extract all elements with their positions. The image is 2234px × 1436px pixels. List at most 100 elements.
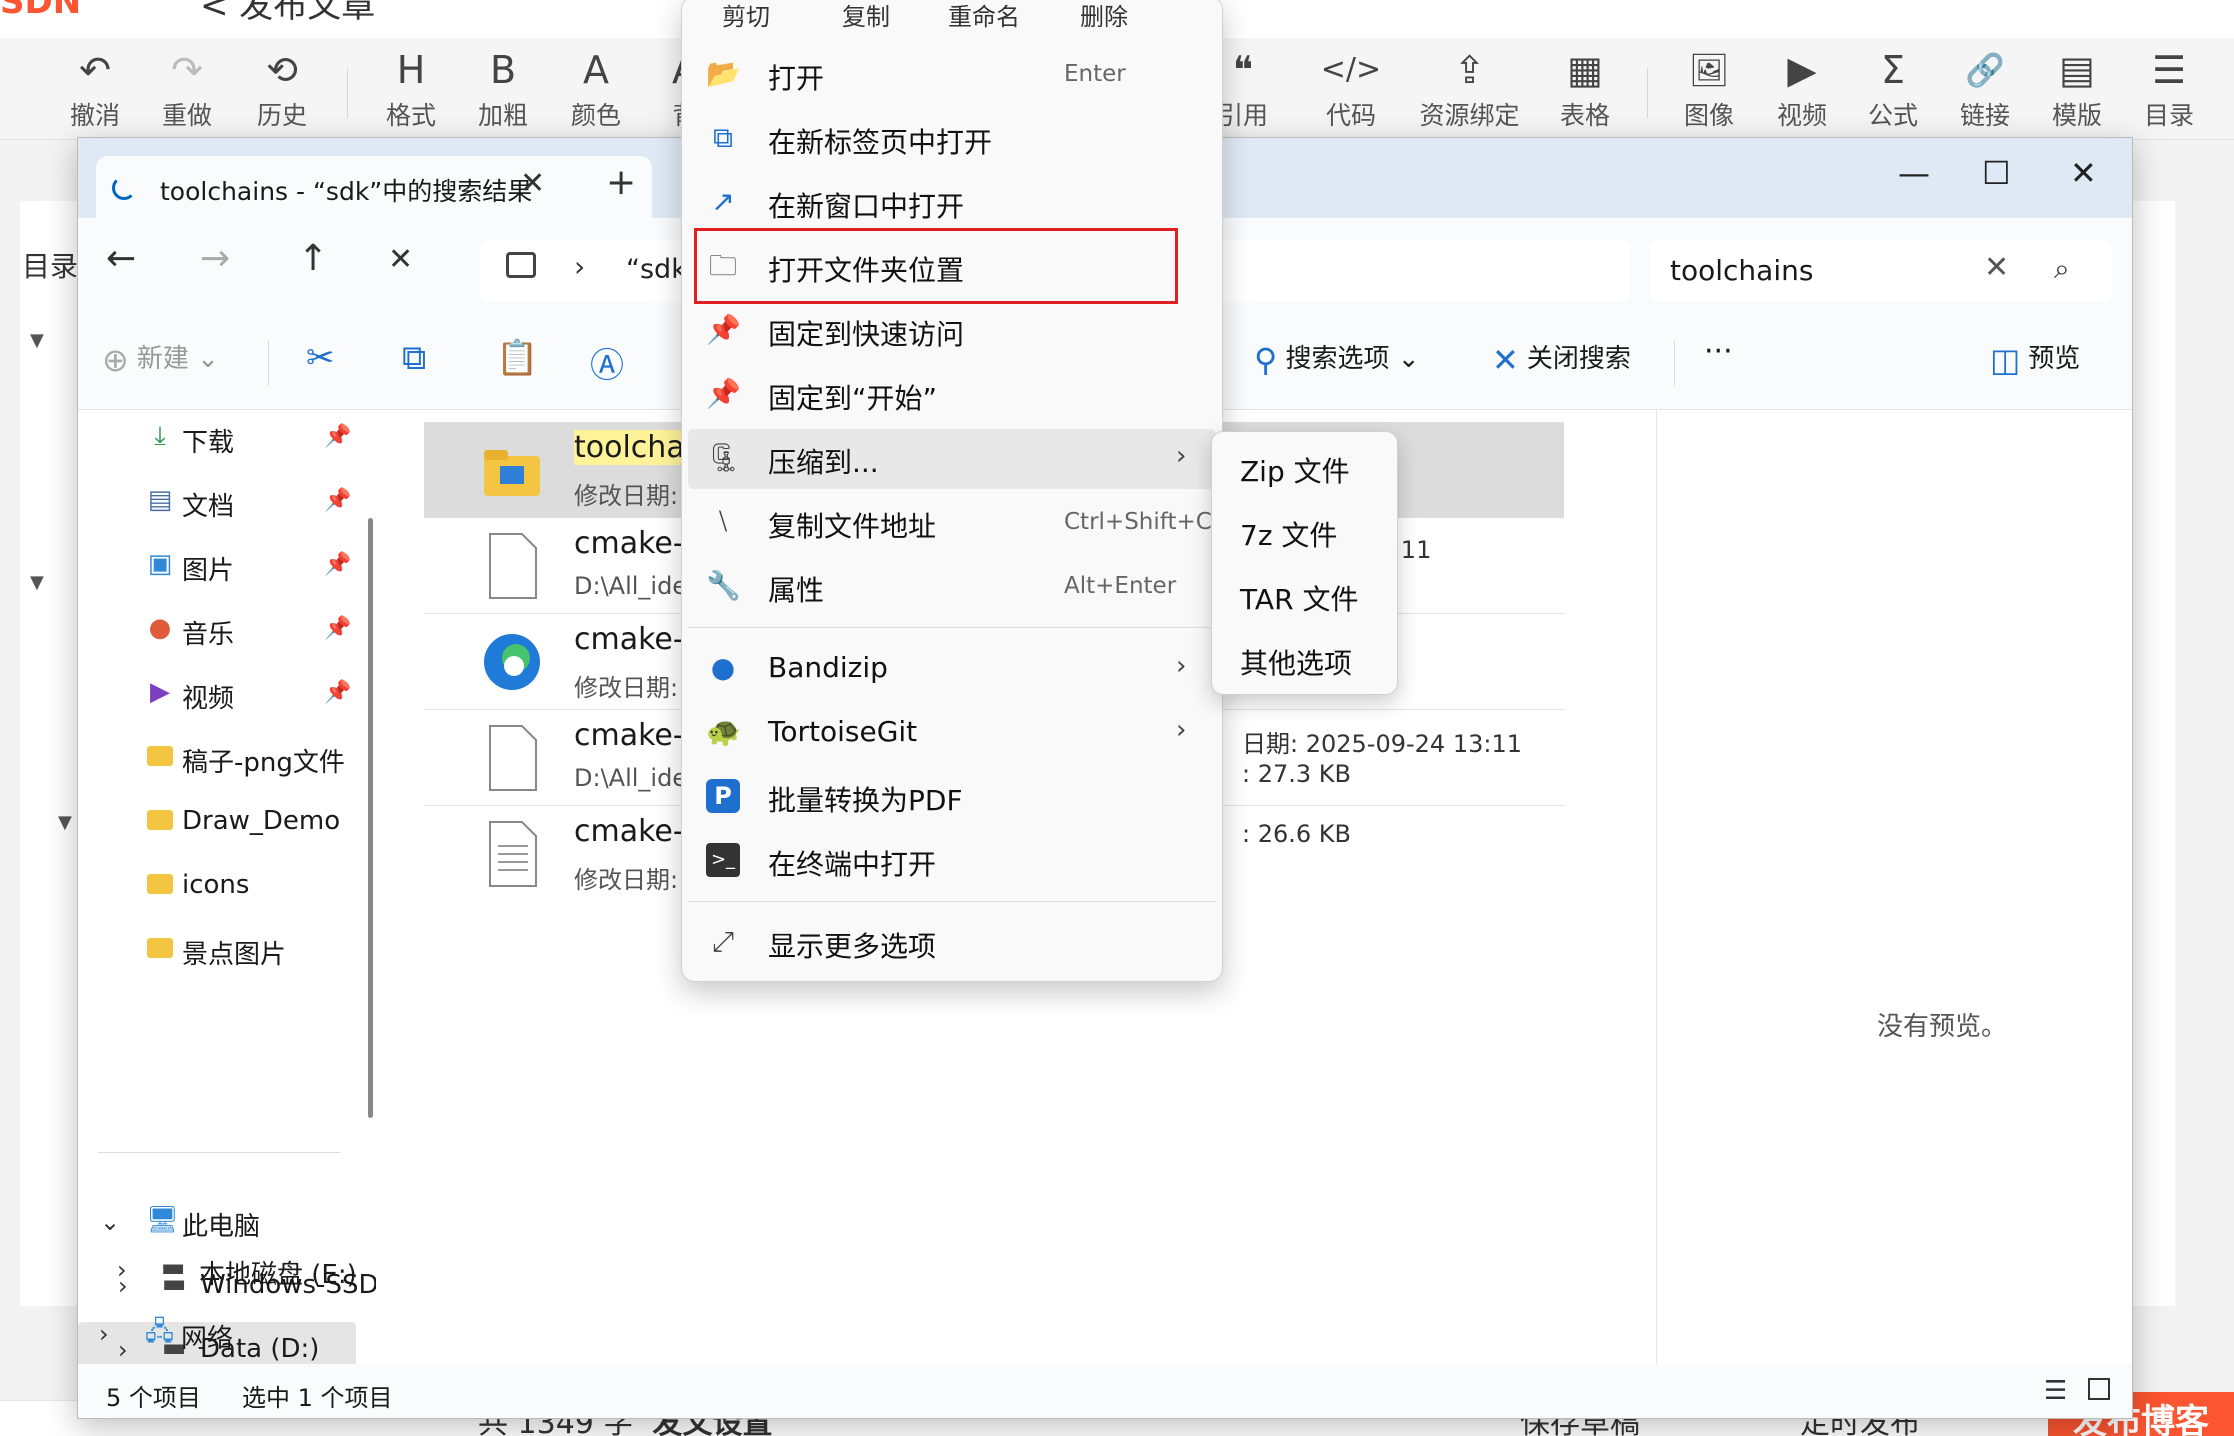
explorer-tab[interactable]: toolchains - “sdk”中的搜索结果 ✕ — [96, 156, 652, 218]
copy-icon[interactable]: ⧉ — [402, 338, 426, 378]
bold-button[interactable]: B 加粗 — [458, 48, 548, 134]
table-button[interactable]: ▦ 表格 — [1540, 48, 1630, 134]
stop-button[interactable]: ✕ — [388, 242, 413, 277]
rename-action[interactable]: 重命名 — [948, 0, 1020, 32]
submenu-zip[interactable]: Zip 文件 — [1240, 450, 1350, 490]
video-button[interactable]: ▶ 视频 — [1757, 48, 1847, 134]
paste-icon[interactable]: 📋 — [496, 338, 538, 378]
rename-icon[interactable]: Ⓐ — [590, 338, 624, 387]
delete-action[interactable]: 删除 — [1080, 0, 1128, 32]
toc-expand-icon[interactable]: ▼ — [58, 812, 72, 833]
nav-scrollbar[interactable] — [368, 518, 373, 1118]
nav-item-documents[interactable]: ▤ 文档 📌 — [78, 474, 356, 532]
nav-item-network[interactable]: › 🖧 网络 — [77, 1306, 355, 1364]
new-button[interactable]: ⊕ 新建 ⌄ — [102, 338, 219, 379]
template-button[interactable]: ▤ 模版 — [2032, 48, 2122, 134]
nav-item-folder[interactable]: Draw_Demo — [78, 794, 356, 852]
up-button[interactable]: ↑ — [298, 238, 328, 279]
this-pc-icon — [506, 252, 536, 278]
formula-button[interactable]: Σ 公式 — [1848, 48, 1938, 134]
new-label: 新建 — [136, 344, 189, 374]
menu-item-label: TortoiseGit — [768, 715, 918, 748]
search-options-button[interactable]: ⚲ 搜索选项 ⌄ — [1254, 338, 1420, 379]
toolbar-label: 视频 — [1776, 101, 1827, 130]
link-button[interactable]: 🔗 链接 — [1940, 48, 2030, 134]
chevron-right-icon[interactable]: › — [117, 1256, 127, 1284]
ctx-tortoisegit[interactable]: 🐢 TortoiseGit › — [688, 703, 1216, 763]
close-window-button[interactable]: ✕ — [2070, 154, 2097, 192]
ctx-bandizip[interactable]: ● Bandizip › — [688, 639, 1216, 699]
toc-button[interactable]: ☰ 目录 — [2124, 48, 2214, 134]
open-icon: 📂 — [706, 57, 741, 90]
tab-close-button[interactable]: ✕ — [520, 166, 545, 201]
nav-item-music[interactable]: ● 音乐 📌 — [78, 602, 356, 660]
image-button[interactable]: 🖼 图像 — [1664, 48, 1754, 134]
code-button[interactable]: </> 代码 — [1306, 48, 1396, 134]
more-options-button[interactable]: ··· — [1704, 334, 1733, 369]
toc-expand-icon[interactable]: ▼ — [30, 572, 44, 593]
heading-button[interactable]: H 格式 — [366, 48, 456, 134]
search-box[interactable]: toolchains ✕ ⌕ — [1650, 240, 2112, 302]
toolbar-label: 公式 — [1867, 101, 1918, 130]
new-tab-button[interactable]: + — [606, 162, 636, 203]
nav-item-label: 下载 — [182, 428, 235, 458]
toolbar-label: 格式 — [385, 101, 436, 130]
submenu-tar[interactable]: TAR 文件 — [1240, 578, 1358, 618]
code-icon: </> — [1320, 52, 1382, 87]
ctx-properties[interactable]: 🔧 属性 Alt+Enter — [688, 557, 1216, 617]
chevron-down-icon[interactable]: ⌄ — [100, 1208, 120, 1236]
search-icon[interactable]: ⌕ — [2054, 252, 2070, 286]
formula-icon: Σ — [1880, 48, 1905, 92]
search-input[interactable]: toolchains — [1670, 254, 1813, 287]
nav-item-folder[interactable]: 景点图片 — [78, 922, 356, 980]
tiles-view-icon[interactable] — [2088, 1378, 2110, 1400]
history-button[interactable]: ⟲ 历史 — [237, 48, 327, 134]
ctx-open-new-tab[interactable]: ⧉ 在新标签页中打开 — [688, 109, 1216, 169]
back-button[interactable]: ← — [106, 238, 136, 279]
editor-title[interactable]: < 发布文章 — [200, 0, 375, 27]
maximize-button[interactable]: ☐ — [1982, 154, 2011, 192]
clear-search-icon[interactable]: ✕ — [1984, 250, 2009, 285]
nav-item-folder[interactable]: 稿子-png文件 — [78, 730, 356, 788]
nav-item-drive[interactable]: › ▬ 本地磁盘 (E:) — [77, 1242, 357, 1300]
details-view-icon[interactable]: ☰ — [2044, 1376, 2067, 1406]
ctx-open-terminal[interactable]: >_ 在终端中打开 — [688, 831, 1216, 891]
menu-item-label: 在新窗口中打开 — [768, 190, 965, 223]
copy-action[interactable]: 复制 — [842, 0, 890, 32]
breadcrumb-chevron-icon[interactable]: › — [574, 250, 585, 283]
preview-button[interactable]: ◫ 预览 — [1990, 338, 2080, 379]
ctx-copy-path[interactable]: ⧵ 复制文件地址 Ctrl+Shift+C — [688, 493, 1216, 553]
close-search-button[interactable]: ✕ 关闭搜索 — [1492, 338, 1631, 379]
menu-item-label: 固定到快速访问 — [768, 318, 965, 351]
ctx-compress[interactable]: 🗜 压缩到... › — [688, 429, 1216, 489]
cut-action[interactable]: 剪切 — [722, 0, 770, 32]
submenu-7z[interactable]: 7z 文件 — [1240, 514, 1337, 554]
ctx-convert-pdf[interactable]: P 批量转换为PDF — [688, 767, 1216, 827]
shortcut-label: Ctrl+Shift+C — [1064, 509, 1212, 535]
file-path: D:\All_ide — [574, 572, 688, 600]
nav-item-label: 网络 — [181, 1324, 234, 1354]
ctx-open[interactable]: 📂 打开 Enter — [688, 45, 1216, 105]
cut-icon[interactable]: ✂ — [306, 338, 335, 378]
nav-item-folder[interactable]: icons — [78, 858, 356, 916]
resource-bind-button[interactable]: ⇪ 资源绑定 — [1412, 48, 1527, 134]
ctx-pin-start[interactable]: 📌 固定到“开始” — [688, 365, 1216, 425]
ctx-pin-quick-access[interactable]: 📌 固定到快速访问 — [688, 301, 1216, 361]
nav-item-downloads[interactable]: ⤓ 下载 📌 — [78, 410, 356, 468]
undo-button[interactable]: ↶ 撤消 — [50, 48, 140, 134]
submenu-other[interactable]: 其他选项 — [1240, 642, 1352, 682]
ctx-show-more-options[interactable]: ⤢ 显示更多选项 — [688, 913, 1216, 973]
command-divider — [268, 340, 269, 386]
menu-item-label: 在终端中打开 — [768, 848, 937, 881]
menu-separator — [688, 901, 1216, 902]
redo-button[interactable]: ↷ 重做 — [142, 48, 232, 134]
nav-item-videos[interactable]: ▶ 视频 📌 — [78, 666, 356, 724]
nav-item-pictures[interactable]: ▣ 图片 📌 — [78, 538, 356, 596]
forward-button[interactable]: → — [200, 238, 230, 279]
toc-expand-icon[interactable]: ▼ — [30, 330, 44, 351]
ctx-open-new-window[interactable]: ↗ 在新窗口中打开 — [688, 173, 1216, 233]
color-button[interactable]: A 颜色 — [551, 48, 641, 134]
minimize-button[interactable]: — — [1898, 154, 1930, 192]
chevron-right-icon[interactable]: › — [99, 1320, 109, 1348]
folder-icon — [484, 450, 540, 496]
